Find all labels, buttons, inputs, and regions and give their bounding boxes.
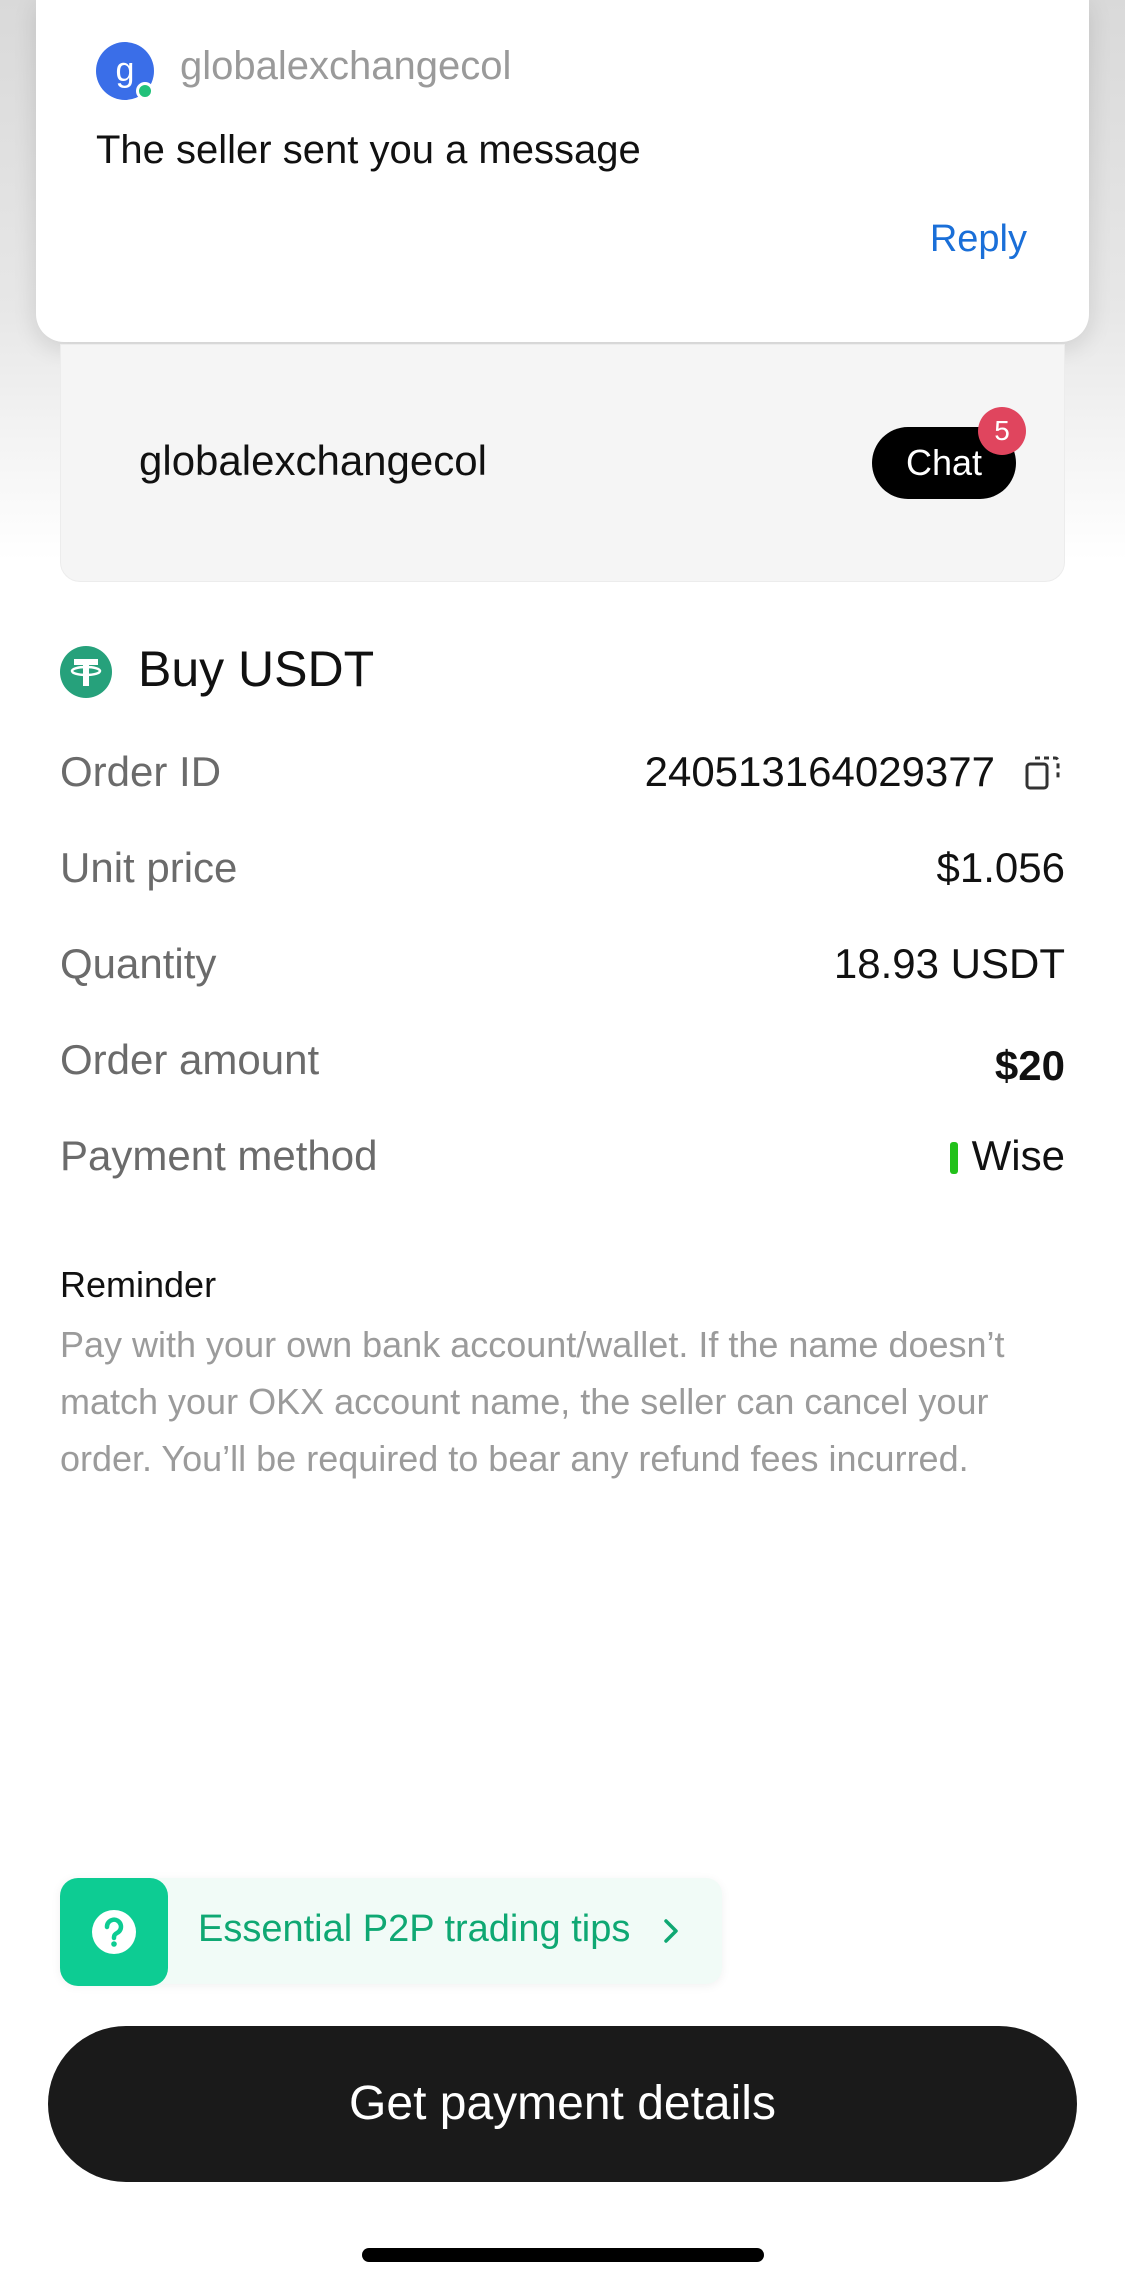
- message-notification[interactable]: g globalexchangecol The seller sent you …: [36, 0, 1089, 342]
- seller-card: globalexchangecol Chat 5: [60, 344, 1065, 582]
- wise-color-indicator: [949, 1142, 958, 1174]
- quantity-value: 18.93 USDT: [833, 940, 1065, 987]
- reminder-title: Reminder: [60, 1264, 217, 1305]
- payment-method-row: Payment method Wise: [60, 1124, 1065, 1184]
- order-amount-row: Order amount $20: [60, 1028, 1065, 1089]
- notification-message: The seller sent you a message: [96, 128, 641, 172]
- unit-price-value: $1.056: [936, 844, 1065, 891]
- payment-method-value: Wise: [949, 1132, 1065, 1180]
- unit-price-row: Unit price $1.056: [60, 836, 1065, 896]
- chevron-right-icon: [664, 1919, 678, 1943]
- payment-method-name: Wise: [971, 1132, 1065, 1179]
- notification-sender: globalexchangecol: [180, 44, 512, 88]
- tips-label: Essential P2P trading tips: [198, 1908, 631, 1950]
- chat-unread-badge: 5: [978, 407, 1026, 455]
- order-page: g globalexchangecol The seller sent you …: [0, 0, 1125, 2284]
- order-amount-label: Order amount: [60, 1036, 320, 1083]
- quantity-label: Quantity: [60, 940, 217, 987]
- order-id-row: Order ID 240513164029377: [60, 740, 1065, 800]
- unit-price-label: Unit price: [60, 844, 238, 891]
- question-circle-icon: [92, 1910, 136, 1954]
- copy-icon[interactable]: [1021, 750, 1065, 794]
- tips-icon-box: [60, 1878, 168, 1986]
- online-status-dot: [136, 82, 154, 100]
- home-indicator[interactable]: [362, 2248, 764, 2262]
- get-payment-details-button[interactable]: Get payment details: [48, 2026, 1077, 2182]
- reply-button[interactable]: Reply: [930, 218, 1027, 261]
- quantity-row: Quantity 18.93 USDT: [60, 932, 1065, 992]
- reminder-text: Pay with your own bank account/wallet. I…: [60, 1324, 1005, 1479]
- order-id-label: Order ID: [60, 748, 222, 795]
- order-id-value: 240513164029377: [644, 748, 995, 795]
- order-title: Buy USDT: [138, 641, 375, 697]
- p2p-tips-banner[interactable]: Essential P2P trading tips: [60, 1878, 722, 1986]
- payment-method-label: Payment method: [60, 1132, 378, 1179]
- order-amount-value: $20: [994, 1042, 1065, 1089]
- tether-icon: [60, 646, 112, 698]
- seller-name: globalexchangecol: [139, 437, 487, 484]
